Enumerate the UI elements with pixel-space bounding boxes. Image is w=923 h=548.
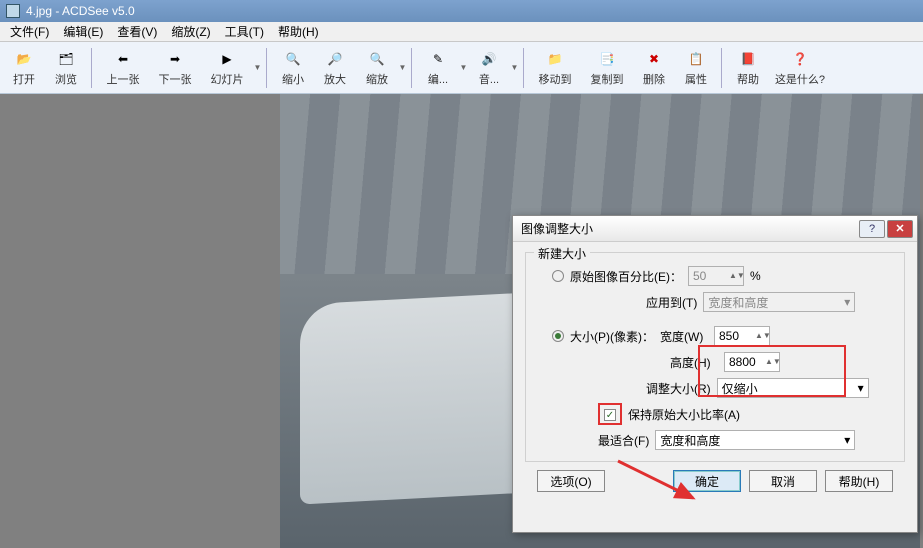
dropdown-arrow-icon[interactable]: ▼	[460, 44, 467, 92]
sound-icon: 🔊	[478, 49, 500, 69]
arrow-left-icon: ⬅	[112, 49, 134, 69]
window-title: 4.jpg - ACDSee v5.0	[26, 4, 135, 18]
slideshow-button[interactable]: ▶幻灯片	[202, 44, 252, 92]
width-input[interactable]: 850▲▼	[714, 326, 770, 346]
arrow-right-icon: ➡	[164, 49, 186, 69]
zoom-out-button[interactable]: 🔍缩小	[273, 44, 313, 92]
toolbar-separator	[721, 48, 723, 88]
dialog-help-button[interactable]: ?	[859, 220, 885, 238]
toolbar: 📂打开 🗂浏览 ⬅上一张 ➡下一张 ▶幻灯片 ▼ 🔍缩小 🔎放大 🔍缩放 ▼ ✎…	[0, 42, 923, 94]
open-button[interactable]: 📂打开	[4, 44, 44, 92]
sound-button[interactable]: 🔊音...	[469, 44, 509, 92]
menu-tools[interactable]: 工具(T)	[219, 21, 270, 42]
best-fit-label: 最适合(F)	[598, 432, 649, 449]
delete-icon: ✖	[643, 49, 665, 69]
whats-this-icon: ❓	[789, 49, 811, 69]
resize-dialog: 图像调整大小 ? ✕ 新建大小 原始图像百分比(E)： 50▲▼ % 应用到(T…	[512, 215, 918, 533]
slideshow-icon: ▶	[216, 49, 238, 69]
spinner-icon: ▲▼	[729, 273, 739, 279]
move-to-button[interactable]: 📁移动到	[530, 44, 580, 92]
properties-button[interactable]: 📋属性	[676, 44, 716, 92]
percent-radio[interactable]	[552, 270, 564, 282]
best-fit-select[interactable]: 宽度和高度▾	[655, 430, 855, 450]
dropdown-arrow-icon[interactable]: ▼	[254, 44, 261, 92]
whats-this-button[interactable]: ❓这是什么?	[770, 44, 830, 92]
dialog-titlebar[interactable]: 图像调整大小 ? ✕	[513, 216, 917, 242]
browse-icon: 🗂	[55, 49, 77, 69]
menu-help[interactable]: 帮助(H)	[272, 21, 325, 42]
highlight-annotation	[698, 345, 846, 397]
browse-button[interactable]: 🗂浏览	[46, 44, 86, 92]
edit-icon: ✎	[427, 49, 449, 69]
size-label: 大小(P)(像素)：	[570, 328, 654, 345]
menu-zoom[interactable]: 缩放(Z)	[165, 21, 216, 42]
next-button[interactable]: ➡下一张	[150, 44, 200, 92]
highlight-annotation: ✓	[598, 403, 622, 426]
copy-icon: 📑	[596, 49, 618, 69]
help-book-icon: 📕	[737, 49, 759, 69]
cancel-button[interactable]: 取消	[749, 470, 817, 492]
help-button[interactable]: 📕帮助	[728, 44, 768, 92]
keep-ratio-label[interactable]: 保持原始大小比率(A)	[628, 406, 740, 423]
delete-button[interactable]: ✖删除	[634, 44, 674, 92]
group-title: 新建大小	[534, 245, 590, 262]
menu-edit[interactable]: 编辑(E)	[57, 21, 109, 42]
folder-open-icon: 📂	[13, 49, 35, 69]
zoom-button[interactable]: 🔍缩放	[357, 44, 397, 92]
copy-to-button[interactable]: 📑复制到	[582, 44, 632, 92]
dialog-help-button[interactable]: 帮助(H)	[825, 470, 893, 492]
dropdown-arrow-icon[interactable]: ▼	[511, 44, 518, 92]
prev-button[interactable]: ⬅上一张	[98, 44, 148, 92]
percent-input: 50▲▼	[688, 266, 744, 286]
dialog-close-button[interactable]: ✕	[887, 220, 913, 238]
apply-to-label: 应用到(T)	[646, 294, 697, 311]
move-icon: 📁	[544, 49, 566, 69]
menu-view[interactable]: 查看(V)	[111, 21, 163, 42]
percent-unit: %	[750, 269, 761, 283]
new-size-group: 新建大小 原始图像百分比(E)： 50▲▼ % 应用到(T) 宽度和高度▾ 大小…	[525, 252, 905, 462]
zoom-in-icon: 🔎	[324, 49, 346, 69]
toolbar-separator	[266, 48, 268, 88]
width-label: 宽度(W)	[660, 328, 708, 345]
zoom-out-icon: 🔍	[282, 49, 304, 69]
keep-ratio-checkbox[interactable]: ✓	[604, 409, 616, 421]
edit-button[interactable]: ✎编...	[418, 44, 458, 92]
options-button[interactable]: 选项(O)	[537, 470, 605, 492]
arrow-annotation	[613, 456, 703, 506]
zoom-in-button[interactable]: 🔎放大	[315, 44, 355, 92]
dropdown-arrow-icon[interactable]: ▼	[399, 44, 406, 92]
menu-bar: 文件(F) 编辑(E) 查看(V) 缩放(Z) 工具(T) 帮助(H)	[0, 22, 923, 42]
app-icon	[6, 4, 20, 18]
toolbar-separator	[91, 48, 93, 88]
chevron-down-icon: ▾	[844, 433, 850, 447]
size-radio[interactable]	[552, 330, 564, 342]
dialog-title: 图像调整大小	[521, 220, 593, 237]
spinner-icon[interactable]: ▲▼	[755, 333, 765, 339]
toolbar-separator	[523, 48, 525, 88]
zoom-icon: 🔍	[366, 49, 388, 69]
window-titlebar: 4.jpg - ACDSee v5.0	[0, 0, 923, 22]
percent-label: 原始图像百分比(E)：	[570, 268, 682, 285]
apply-to-select: 宽度和高度▾	[703, 292, 855, 312]
menu-file[interactable]: 文件(F)	[4, 21, 55, 42]
toolbar-separator	[411, 48, 413, 88]
properties-icon: 📋	[685, 49, 707, 69]
chevron-down-icon: ▾	[858, 381, 864, 395]
chevron-down-icon: ▾	[844, 295, 850, 309]
